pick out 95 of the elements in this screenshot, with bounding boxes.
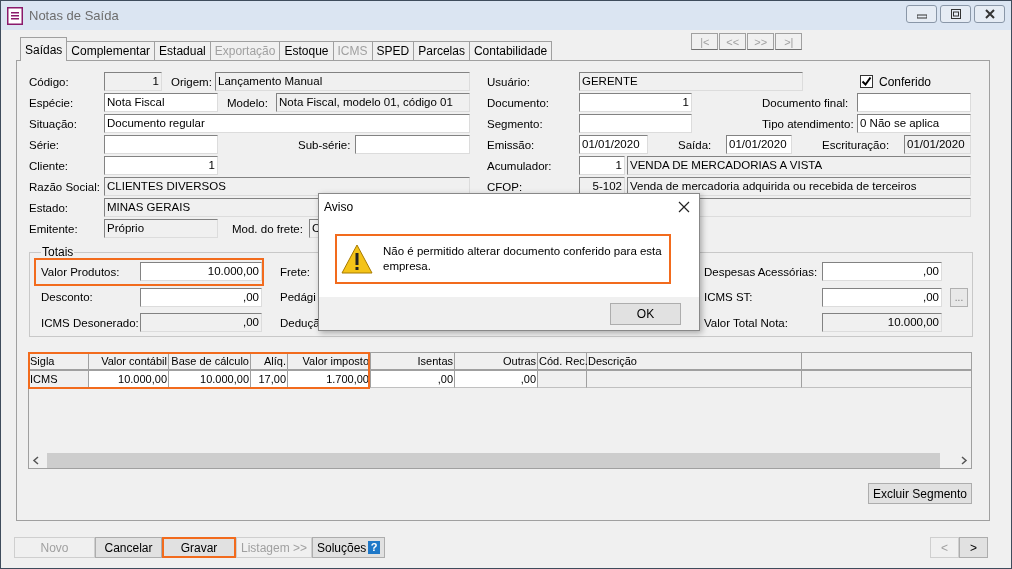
- group-title: Totais: [41, 245, 75, 259]
- field-label: Valor Total Nota:: [704, 316, 789, 329]
- input-field[interactable]: [104, 135, 218, 154]
- delete-segment-button[interactable]: Excluir Segmento: [867, 483, 972, 504]
- tab[interactable]: Complementar: [66, 41, 156, 60]
- input-field[interactable]: 1: [579, 156, 625, 175]
- restore-icon: [950, 9, 961, 19]
- input-field[interactable]: Documento regular: [104, 114, 470, 133]
- input-field[interactable]: 0 Não se aplica: [857, 114, 971, 133]
- column-header[interactable]: Alíq.: [251, 353, 288, 369]
- action-button[interactable]: Soluções ?: [312, 537, 385, 558]
- column-header[interactable]: Cód. Rec.: [538, 353, 587, 369]
- input-field[interactable]: 01/01/2020: [726, 135, 792, 154]
- window-title: Notas de Saída: [29, 8, 119, 23]
- field-label: Modelo:: [227, 96, 269, 109]
- column-header[interactable]: Isentas: [371, 353, 455, 369]
- field-label: Frete:: [280, 265, 312, 278]
- ellipsis-button[interactable]: ...: [950, 287, 968, 307]
- column-header[interactable]: Outras: [455, 353, 538, 369]
- input-field[interactable]: Lançamento Manual: [215, 72, 470, 91]
- checkbox-label[interactable]: Conferido: [879, 74, 932, 89]
- field-label: Razão Social:: [29, 180, 99, 193]
- field-label: Situação:: [29, 117, 78, 130]
- message-text: Não é permitido alterar documento conferido para esta empresa.: [383, 244, 663, 274]
- close-icon: [984, 9, 995, 19]
- field-label: Série:: [29, 138, 61, 151]
- field-label: Emitente:: [29, 222, 79, 235]
- action-button[interactable]: Cancelar: [95, 537, 162, 558]
- field-label: Espécie:: [29, 96, 75, 109]
- close-icon: [678, 201, 690, 213]
- column-header[interactable]: Valor imposto: [288, 353, 371, 369]
- table-cell: ,00: [455, 371, 538, 388]
- field-label: Sub-série:: [298, 138, 352, 151]
- tab[interactable]: Estoque: [279, 41, 334, 60]
- help-icon: ?: [368, 541, 380, 554]
- action-button[interactable]: Gravar: [162, 537, 236, 558]
- checkbox[interactable]: [860, 75, 873, 88]
- field-label: Código:: [29, 75, 70, 88]
- input-field[interactable]: CLIENTES DIVERSOS: [104, 177, 470, 196]
- input-field[interactable]: GERENTE: [579, 72, 803, 91]
- input-field[interactable]: ,00: [822, 287, 942, 307]
- field-label: Acumulador:: [487, 159, 553, 172]
- pager-button[interactable]: >: [959, 537, 988, 558]
- input-field[interactable]: 10.000,00: [822, 313, 942, 333]
- field-label: Documento:: [487, 96, 550, 109]
- field-label: Saída:: [678, 138, 713, 151]
- field-label: Desconto:: [41, 291, 94, 304]
- input-field[interactable]: [857, 93, 971, 112]
- input-field[interactable]: Venda de mercadoria adquirida ou recebida de terceiros: [627, 177, 971, 196]
- input-field[interactable]: [579, 114, 692, 133]
- check-icon: [861, 76, 872, 87]
- ok-button[interactable]: OK: [610, 302, 681, 325]
- column-header[interactable]: Valor contábil: [89, 353, 169, 369]
- table-cell: ,00: [371, 371, 455, 388]
- input-field[interactable]: 1: [104, 72, 162, 91]
- field-label: Usuário:: [487, 75, 531, 88]
- column-header[interactable]: Descrição: [587, 353, 802, 369]
- input-field[interactable]: 1: [579, 93, 692, 112]
- close-button[interactable]: [974, 5, 1005, 23]
- input-field[interactable]: Próprio: [104, 219, 218, 238]
- column-header[interactable]: Sigla: [29, 353, 89, 369]
- field-label: Segmento:: [487, 117, 544, 130]
- dialog-title: Aviso: [324, 200, 354, 214]
- field-label: Cliente:: [29, 159, 69, 172]
- field-label: Pedági: [280, 291, 316, 304]
- maximize-button[interactable]: [940, 5, 971, 23]
- warning-icon: [341, 244, 373, 274]
- field-label: Mod. do frete:: [232, 222, 304, 235]
- tab[interactable]: Contabilidade: [468, 41, 553, 60]
- input-field[interactable]: 01/01/2020: [579, 135, 648, 154]
- input-field[interactable]: ,00: [140, 287, 262, 307]
- field-label: ICMS ST:: [704, 291, 754, 304]
- input-field[interactable]: ,00: [822, 262, 942, 282]
- input-field[interactable]: 01/01/2020: [904, 135, 971, 154]
- field-label: Escrituração:: [822, 138, 891, 151]
- field-label: Valor Produtos:: [41, 265, 121, 278]
- input-field[interactable]: 10.000,00: [140, 262, 262, 282]
- input-field[interactable]: VENDA DE MERCADORIAS A VISTA: [627, 156, 971, 175]
- field-label: Documento final:: [762, 96, 850, 109]
- field-label: Tipo atendimento:: [762, 117, 855, 130]
- tab[interactable]: Saídas: [20, 37, 68, 61]
- field-label: Deduçã: [280, 316, 316, 329]
- field-label: Origem:: [171, 75, 213, 88]
- input-field[interactable]: [355, 135, 470, 154]
- input-field[interactable]: 1: [104, 156, 218, 175]
- column-header[interactable]: Base de cálculo: [169, 353, 251, 369]
- input-field[interactable]: ,00: [140, 313, 262, 333]
- input-field[interactable]: Nota Fiscal: [104, 93, 218, 112]
- field-label: CFOP:: [487, 180, 524, 193]
- input-field[interactable]: Nota Fiscal, modelo 01, código 01: [276, 93, 470, 112]
- field-label: Despesas Acessórias:: [704, 265, 816, 278]
- document-icon: [7, 6, 23, 25]
- field-label: Emissão:: [487, 138, 536, 151]
- field-label: ICMS Desonerado:: [41, 316, 136, 329]
- field-label: Estado:: [29, 201, 69, 214]
